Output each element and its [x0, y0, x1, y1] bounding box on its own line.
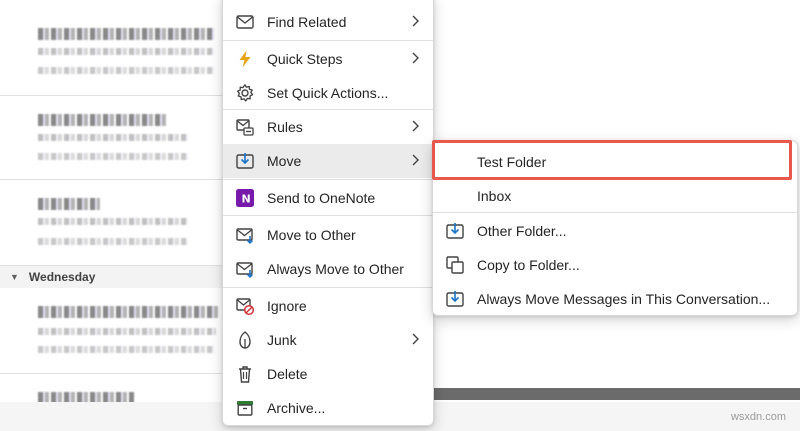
svg-text:N: N: [242, 193, 251, 206]
submenu-item-other-folder[interactable]: Other Folder...: [433, 214, 797, 247]
list-item[interactable]: [0, 180, 232, 266]
menu-item-ignore[interactable]: Ignore: [223, 289, 433, 323]
watermark-text: wsxdn.com: [730, 411, 786, 423]
gear-icon: [236, 84, 254, 102]
chevron-right-icon: [412, 154, 419, 166]
submenu-item-label: Inbox: [477, 188, 512, 204]
horizontal-scrollbar[interactable]: [430, 388, 800, 400]
chevron-right-icon: [412, 333, 419, 345]
submenu-item-copy-to-folder[interactable]: Copy to Folder...: [433, 248, 797, 281]
move-icon: [236, 153, 254, 169]
submenu-item-always-move-messages[interactable]: Always Move Messages in This Conversatio…: [433, 282, 797, 315]
lightning-icon: [239, 50, 251, 68]
menu-item-archive[interactable]: Archive...: [223, 391, 433, 425]
move-submenu: Test Folder Inbox Other Folder... Copy t…: [432, 140, 798, 316]
menu-item-label: Send to OneNote: [267, 190, 376, 206]
move-to-other-icon: [236, 228, 254, 245]
always-move-to-other-icon: [236, 262, 254, 279]
submenu-item-label: Always Move Messages in This Conversatio…: [477, 291, 771, 307]
folder-move-icon: [446, 223, 464, 239]
menu-item-always-move-to-other[interactable]: Always Move to Other: [223, 252, 433, 286]
context-menu: Find Related Quick Steps Set Quick Actio…: [222, 0, 434, 426]
menu-item-junk[interactable]: Junk: [223, 323, 433, 357]
menu-item-send-to-onenote[interactable]: N Send to OneNote: [223, 181, 433, 215]
submenu-item-label: Copy to Folder...: [477, 257, 580, 273]
list-item[interactable]: [0, 288, 232, 374]
chevron-right-icon: [412, 120, 419, 132]
menu-item-label: Delete: [267, 366, 308, 382]
menu-item-label: Set Quick Actions...: [267, 85, 389, 101]
chevron-right-icon: [412, 52, 419, 64]
rules-icon: [236, 119, 254, 136]
menu-item-label: Move to Other: [267, 227, 356, 243]
menu-item-rules[interactable]: Rules: [223, 110, 433, 144]
menu-item-find-related[interactable]: Find Related: [223, 5, 433, 39]
submenu-item-test-folder[interactable]: Test Folder: [433, 145, 797, 178]
trash-icon: [239, 366, 251, 383]
menu-item-label: Quick Steps: [267, 51, 343, 67]
menu-item-move[interactable]: Move: [223, 144, 433, 178]
menu-item-label: Ignore: [267, 298, 307, 314]
ignore-icon: [236, 298, 255, 316]
chevron-right-icon: [412, 15, 419, 27]
menu-item-label: Always Move to Other: [267, 261, 404, 277]
menu-item-label: Rules: [267, 119, 303, 135]
menu-item-move-to-other[interactable]: Move to Other: [223, 218, 433, 252]
submenu-item-label: Other Folder...: [477, 223, 567, 239]
group-header-label: Wednesday: [28, 270, 96, 284]
list-item[interactable]: [0, 96, 232, 180]
junk-icon: [239, 331, 251, 349]
menu-item-quick-steps[interactable]: Quick Steps: [223, 42, 433, 76]
find-related-icon: [236, 15, 254, 29]
folder-move-always-icon: [446, 291, 464, 307]
list-item[interactable]: [0, 0, 232, 96]
menu-item-label: Move: [267, 153, 302, 169]
submenu-item-label: Test Folder: [477, 154, 547, 170]
menu-item-label: Find Related: [267, 14, 347, 30]
chevron-down-icon: ▼: [10, 272, 19, 282]
menu-item-label: Archive...: [267, 400, 326, 416]
date-group-header[interactable]: ▼ Wednesday: [0, 266, 232, 288]
submenu-item-inbox[interactable]: Inbox: [433, 179, 797, 212]
menu-item-delete[interactable]: Delete: [223, 357, 433, 391]
folder-copy-icon: [446, 256, 464, 274]
onenote-icon: N: [236, 189, 254, 207]
menu-item-label: Junk: [267, 332, 297, 348]
menu-item-set-quick-actions[interactable]: Set Quick Actions...: [223, 76, 433, 110]
archive-icon: [237, 401, 253, 416]
message-list[interactable]: ▼ Wednesday: [0, 0, 232, 431]
